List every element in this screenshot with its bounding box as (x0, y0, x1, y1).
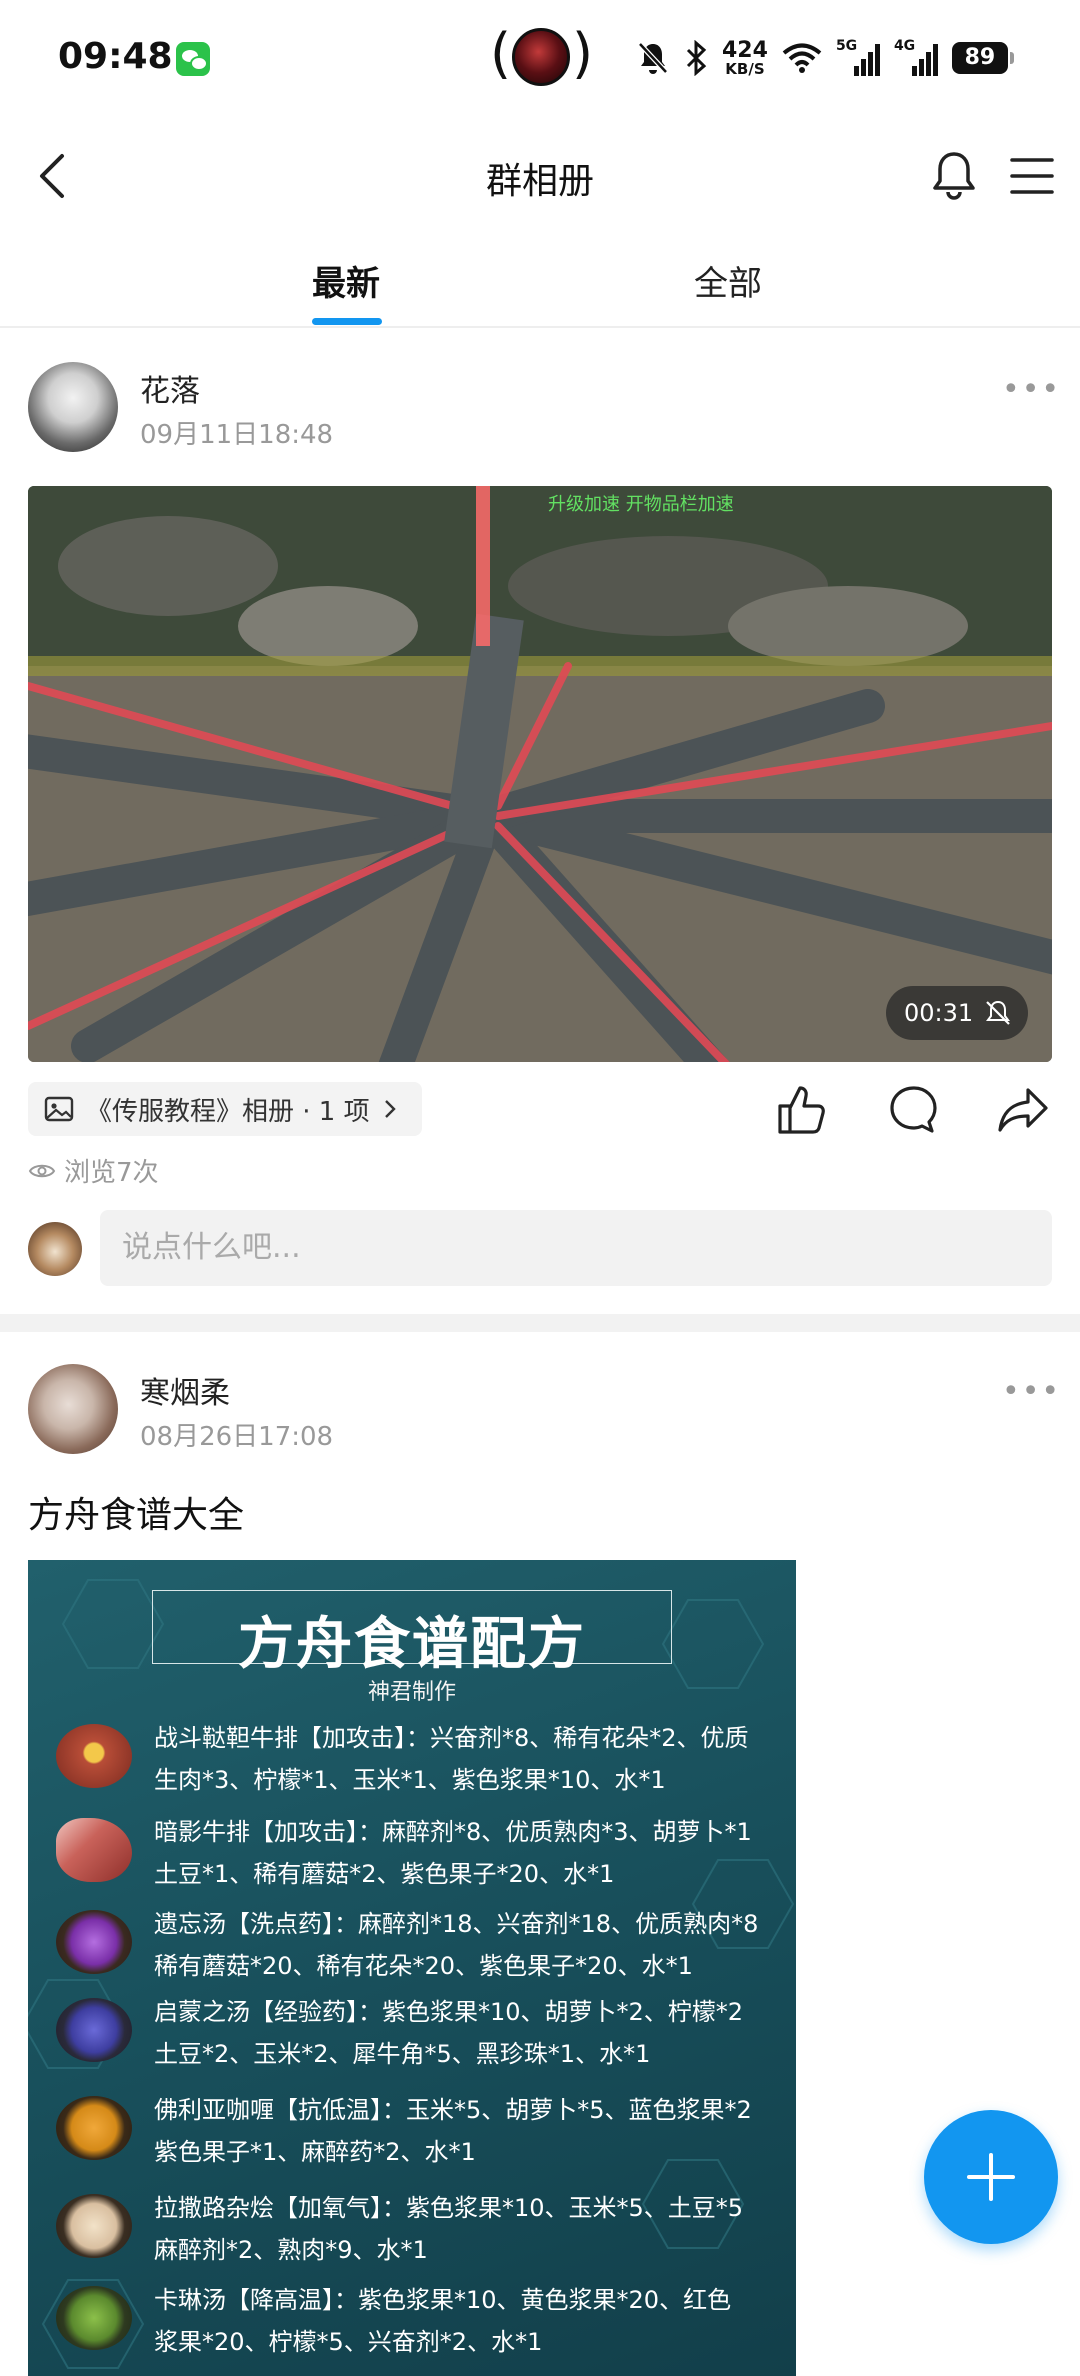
floating-call-indicator[interactable]: ( ) (490, 22, 593, 90)
call-avatar (512, 28, 570, 86)
status-bar: 09:48 ( ) 424 KB/S 5G 4G 89 (0, 0, 1080, 118)
status-time: 09:48 (58, 36, 173, 77)
recipe-line: 稀有蘑菇*20、稀有花朵*20、紫色果子*20、水*1 (154, 1952, 693, 1980)
post-time: 09月11日18:48 (140, 420, 334, 450)
recipe-line: 遗忘汤【洗点药】：麻醉剂*18、兴奋剂*18、优质熟肉*8 (154, 1910, 759, 1938)
image-icon (44, 1096, 74, 1122)
tab-all[interactable]: 全部 (694, 256, 762, 305)
status-icons: 424 KB/S 5G 4G 89 (636, 36, 1014, 80)
author-avatar[interactable] (28, 1364, 118, 1454)
wechat-notification-icon (176, 42, 210, 76)
signal-5g-label: 5G (835, 38, 858, 54)
network-speed: 424 KB/S (722, 37, 768, 78)
post-time: 08月26日17:08 (140, 1422, 334, 1452)
dish-icon (56, 2096, 132, 2160)
recipe-item: 拉撒路杂烩【加氧气】：紫色浆果*10、玉米*5、土豆*5 麻醉剂*2、熟肉*9、… (28, 2188, 796, 2278)
recipe-line: 土豆*2、玉米*2、犀牛角*5、黑珍珠*1、水*1 (154, 2040, 651, 2068)
video-mute-icon[interactable] (984, 999, 1012, 1027)
recipe-item: 启蒙之汤【经验药】：紫色浆果*10、胡萝卜*2、柠檬*2 土豆*2、玉米*2、犀… (28, 1992, 796, 2082)
recipe-line: 生肉*3、柠檬*1、玉米*1、紫色浆果*10、水*1 (154, 1766, 666, 1794)
comment-input[interactable]: 说点什么吧... (100, 1210, 1052, 1286)
my-avatar (28, 1222, 82, 1276)
dish-icon (56, 1724, 132, 1788)
more-options-icon[interactable]: ••• (1002, 1374, 1061, 1409)
dish-icon (56, 1998, 132, 2062)
dish-icon (56, 1910, 132, 1974)
eye-icon (28, 1164, 56, 1177)
add-button[interactable] (924, 2110, 1058, 2244)
recipe-line: 暗影牛排【加攻击】：麻醉剂*8、优质熟肉*3、胡萝卜*1 (154, 1818, 752, 1846)
recipe-line: 浆果*20、柠檬*5、兴奋剂*2、水*1 (154, 2328, 543, 2356)
left-bracket-icon: ( (490, 22, 512, 85)
recipe-item: 遗忘汤【洗点药】：麻醉剂*18、兴奋剂*18、优质熟肉*8 稀有蘑菇*20、稀有… (28, 1904, 796, 1994)
recipe-line: 拉撒路杂烩【加氧气】：紫色浆果*10、玉米*5、土豆*5 (154, 2194, 744, 2222)
recipe-line: 卡琳汤【降高温】：紫色浆果*10、黄色浆果*20、红色 (154, 2286, 732, 2314)
comment-icon[interactable] (886, 1082, 942, 1136)
tab-active-indicator (312, 318, 382, 325)
author-name[interactable]: 花落 (140, 366, 200, 410)
album-link[interactable]: 《传服教程》相册 · 1 项 (28, 1082, 422, 1136)
post-text: 方舟食谱大全 (28, 1495, 245, 1536)
right-bracket-icon: ) (572, 22, 594, 85)
bluetooth-icon (686, 40, 707, 76)
view-count: 浏览7次 (28, 1152, 159, 1189)
more-options-icon[interactable]: ••• (1002, 372, 1061, 407)
view-count-label: 浏览7次 (64, 1158, 159, 1188)
network-speed-value: 424 (722, 37, 768, 63)
author-name[interactable]: 寒烟柔 (140, 1368, 230, 1412)
dish-icon (56, 2286, 132, 2350)
page-title: 群相册 (485, 161, 594, 202)
dish-icon (56, 1818, 132, 1882)
tab-bar: 最新 全部 (0, 248, 1080, 328)
recipe-line: 佛利亚咖喱【抗低温】：玉米*5、胡萝卜*5、蓝色浆果*2 (154, 2096, 752, 2124)
recipe-item: 暗影牛排【加攻击】：麻醉剂*8、优质熟肉*3、胡萝卜*1 土豆*1、稀有蘑菇*2… (28, 1812, 796, 1902)
recipe-line: 紫色果子*1、麻醉药*2、水*1 (154, 2138, 476, 2166)
video-duration: 00:31 (904, 999, 974, 1027)
video-overlay-text: 升级加速 开物品栏加速 (548, 494, 734, 515)
signal-4g-icon: 4G (893, 38, 938, 76)
video-thumbnail[interactable]: 升级加速 开物品栏加速 00:31 (28, 486, 1052, 1062)
menu-icon[interactable] (1004, 148, 1060, 204)
chevron-right-icon (384, 1100, 396, 1118)
recipe-item: 佛利亚咖喱【抗低温】：玉米*5、胡萝卜*5、蓝色浆果*2 紫色果子*1、麻醉药*… (28, 2090, 796, 2180)
battery-indicator: 89 (951, 42, 1014, 74)
recipe-title-box: 方舟食谱配方 (152, 1590, 672, 1677)
author-avatar[interactable] (28, 362, 118, 452)
recipe-item: 战斗鞑靼牛排【加攻击】：兴奋剂*8、稀有花朵*2、优质 生肉*3、柠檬*1、玉米… (28, 1718, 796, 1808)
network-speed-unit: KB/S (725, 59, 765, 78)
signal-4g-label: 4G (893, 38, 916, 54)
video-duration-badge: 00:31 (886, 986, 1028, 1040)
album-label: 《传服教程》相册 · 1 项 (86, 1096, 370, 1127)
app-header: 群相册 (0, 128, 1080, 224)
plus-icon (967, 2153, 1015, 2201)
signal-5g-icon: 5G (835, 38, 880, 76)
recipe-subtitle: 神君制作 (367, 1680, 456, 1705)
recipe-line: 土豆*1、稀有蘑菇*2、紫色果子*20、水*1 (154, 1860, 615, 1888)
recipe-line: 麻醉剂*2、熟肉*9、水*1 (154, 2236, 428, 2264)
tab-latest[interactable]: 最新 (312, 256, 380, 305)
recipe-title: 方舟食谱配方 (238, 1612, 586, 1677)
wifi-icon (782, 43, 822, 73)
recipe-line: 战斗鞑靼牛排【加攻击】：兴奋剂*8、稀有花朵*2、优质 (154, 1724, 749, 1752)
video-frame: 升级加速 开物品栏加速 (28, 486, 1052, 1062)
post-separator (0, 1314, 1080, 1332)
recipe-item: 卡琳汤【降高温】：紫色浆果*10、黄色浆果*20、红色 浆果*20、柠檬*5、兴… (28, 2280, 796, 2370)
recipe-image[interactable]: 方舟食谱配方 神君制作 战斗鞑靼牛排【加攻击】：兴奋剂*8、稀有花朵*2、优质 … (28, 1560, 796, 2376)
like-icon[interactable] (774, 1082, 830, 1136)
dish-icon (56, 2194, 132, 2258)
recipe-line: 启蒙之汤【经验药】：紫色浆果*10、胡萝卜*2、柠檬*2 (154, 1998, 744, 2026)
share-icon[interactable] (996, 1082, 1052, 1136)
bell-icon[interactable] (926, 148, 982, 204)
mute-bell-icon (638, 42, 668, 74)
